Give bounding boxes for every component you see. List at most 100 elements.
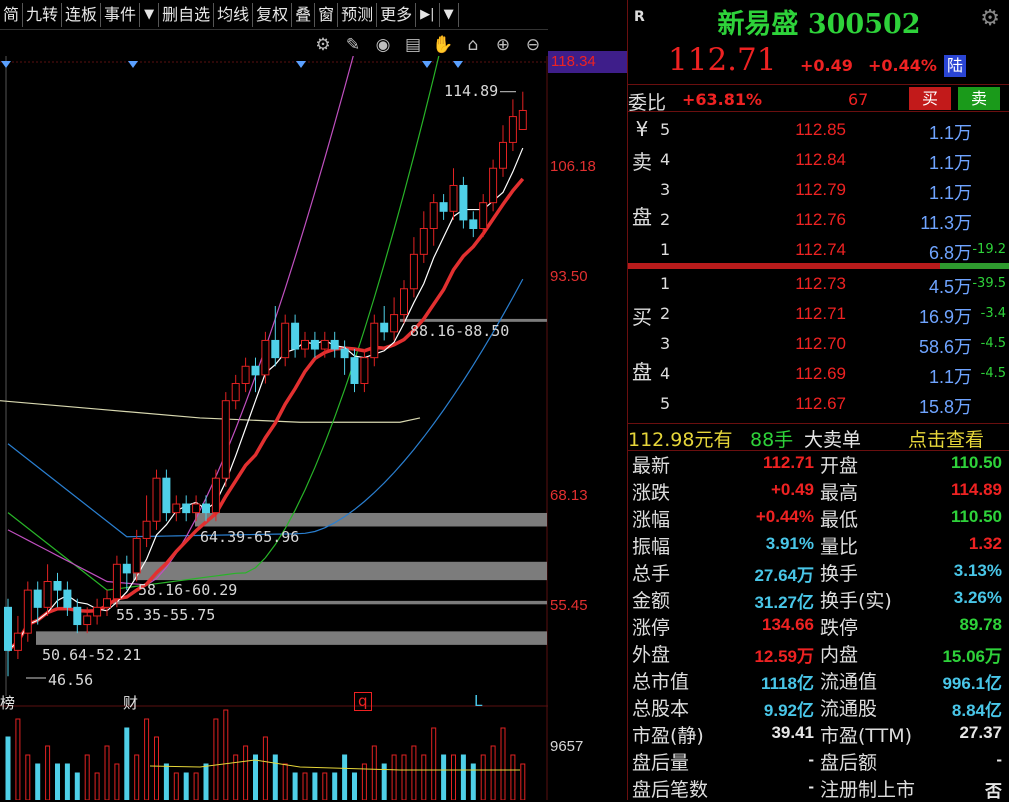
stat-value: +0.44%: [755, 507, 814, 526]
buy-volume: 16.9万: [918, 307, 972, 327]
toolbar-adjust-button[interactable]: 复权: [253, 2, 293, 27]
stat-right: 市盈(TTM) 27.37: [820, 721, 1002, 748]
stat-value: 134.66: [762, 615, 814, 634]
stat-right: 开盘 110.50: [820, 451, 1002, 478]
toolbar-more-button[interactable]: 更多: [377, 2, 417, 27]
toolbar-overlay-button[interactable]: 叠: [292, 2, 316, 27]
volume-bar: [292, 772, 298, 800]
stat-value: +0.49: [770, 480, 814, 499]
buy-button[interactable]: 买: [909, 87, 951, 110]
stat-left: 盘后量 -: [632, 748, 814, 775]
gear-icon[interactable]: ⚙: [980, 6, 1000, 31]
hand-icon[interactable]: ✋: [430, 35, 456, 55]
zoom-out-icon[interactable]: ⊖: [520, 35, 546, 55]
stat-value: -: [808, 750, 814, 769]
more-dropdown-icon[interactable]: ▼: [440, 2, 459, 27]
pen-icon[interactable]: ✎: [340, 35, 366, 55]
volume-bar: [401, 754, 407, 800]
zone-label: 58.16-60.29: [138, 581, 238, 599]
sell-side-label: 卖: [632, 150, 652, 174]
volume-bar: [332, 772, 338, 800]
toolbar-ma-button[interactable]: 均线: [214, 2, 254, 27]
stat-key: 市盈(TTM): [820, 725, 913, 747]
toolbar-events-button[interactable]: 事件: [101, 2, 141, 27]
finance-mark[interactable]: 财: [123, 692, 138, 713]
candle-down: [73, 606, 82, 626]
volume-bar: [262, 736, 268, 800]
stat-key: 跌停: [820, 617, 859, 639]
buy-volume: 1.1万: [928, 367, 972, 387]
chart-tool-icons: ⚙ ✎ ◉ ▤ ✋ ⌂ ⊕ ⊖: [310, 34, 546, 56]
stat-right: 换手 3.13%: [820, 559, 1002, 586]
candle-up: [320, 339, 329, 350]
lock-icon[interactable]: ⌂: [460, 35, 486, 55]
event-marker-icon: [453, 61, 463, 68]
candle-down: [310, 339, 319, 350]
candle-up: [231, 382, 240, 402]
kline-chart-pane[interactable]: 简 九转 连板 事件 ▼ 删自选 均线 复权 叠 窗 预测 更多 ▶| ▼ ⚙ …: [0, 0, 627, 800]
candle-up: [192, 503, 201, 514]
sell-button[interactable]: 卖: [958, 87, 1000, 110]
stat-value: 112.71: [762, 453, 814, 472]
buy-row[interactable]: 4 112.69 1.1万 -4.5: [656, 359, 1009, 389]
stat-key: 市盈(静): [632, 725, 704, 747]
candle-up: [449, 184, 458, 212]
stat-key: 流通股: [820, 698, 878, 720]
sell-row[interactable]: 5 112.85 1.1万: [656, 115, 1009, 145]
toolbar-forecast-button[interactable]: 预测: [338, 2, 378, 27]
sell-row[interactable]: 2 112.76 11.3万: [656, 205, 1009, 235]
stat-value: 27.64万: [754, 566, 814, 585]
stat-value: 89.78: [959, 615, 1002, 634]
tick-hands: 88手: [750, 429, 794, 451]
events-dropdown-icon[interactable]: ▼: [140, 2, 160, 27]
sell-row[interactable]: 4 112.84 1.1万: [656, 145, 1009, 175]
toolbar-window-button[interactable]: 窗: [315, 2, 339, 27]
stat-value: 否: [985, 782, 1002, 801]
buy-level: 3: [660, 334, 671, 353]
buy-price: 112.67: [795, 394, 846, 413]
l-mark[interactable]: L: [474, 692, 482, 710]
volume-bar: [144, 718, 150, 800]
weibi-row: 委比 +63.81% 67 买 卖: [628, 84, 1009, 114]
sell-row[interactable]: 3 112.79 1.1万: [656, 175, 1009, 205]
toolbar-simple-button[interactable]: 简: [0, 2, 24, 27]
buy-row[interactable]: 5 112.67 15.8万: [656, 389, 1009, 419]
sell-level: 2: [660, 210, 671, 229]
toolbar-remove-watchlist-button[interactable]: 删自选: [159, 2, 215, 27]
zoom-in-icon[interactable]: ⊕: [490, 35, 516, 55]
tick-view-link[interactable]: 点击查看: [908, 425, 984, 452]
volume-bar: [352, 772, 357, 800]
stat-value: 12.59万: [754, 647, 814, 666]
eye-icon[interactable]: ◉: [370, 35, 396, 55]
rank-mark[interactable]: 榜: [0, 692, 15, 713]
buy-level: 1: [660, 274, 671, 293]
candle-down: [380, 322, 389, 333]
sell-volume: 6.8万: [928, 243, 972, 263]
candle-down: [330, 339, 339, 350]
buy-price: 112.69: [795, 364, 846, 383]
box-icon[interactable]: ▤: [400, 35, 426, 55]
jump-end-icon[interactable]: ▶|: [416, 2, 440, 27]
volume-bar: [193, 772, 199, 800]
volume-bar: [163, 763, 169, 800]
candle-down: [340, 348, 349, 359]
settings-icon[interactable]: ⚙: [310, 35, 336, 55]
toolbar-jiuzhuan-button[interactable]: 九转: [23, 2, 63, 27]
stat-key: 总市值: [632, 671, 690, 693]
candle-up: [23, 589, 32, 634]
candle-up: [152, 477, 161, 522]
stat-value: -: [808, 777, 814, 796]
sell-row[interactable]: 1 112.74 6.8万 -19.2: [656, 235, 1009, 265]
candle-up: [360, 357, 369, 384]
buy-row[interactable]: 1 112.73 4.5万 -39.5: [656, 269, 1009, 299]
high-annotation: 114.89: [444, 82, 499, 100]
zone-label: 88.16-88.50: [410, 322, 510, 340]
toolbar-lianban-button[interactable]: 连板: [62, 2, 102, 27]
candle-up: [112, 563, 121, 600]
buy-row[interactable]: 3 112.70 58.6万 -4.5: [656, 329, 1009, 359]
big-order-tick[interactable]: 112.98元有 88手 大卖单 点击查看: [628, 423, 1009, 451]
buy-row[interactable]: 2 112.71 16.9万 -3.4: [656, 299, 1009, 329]
q-mark[interactable]: q: [354, 692, 372, 711]
volume-bar: [233, 754, 239, 800]
stat-left: 总手 27.64万: [632, 559, 814, 586]
